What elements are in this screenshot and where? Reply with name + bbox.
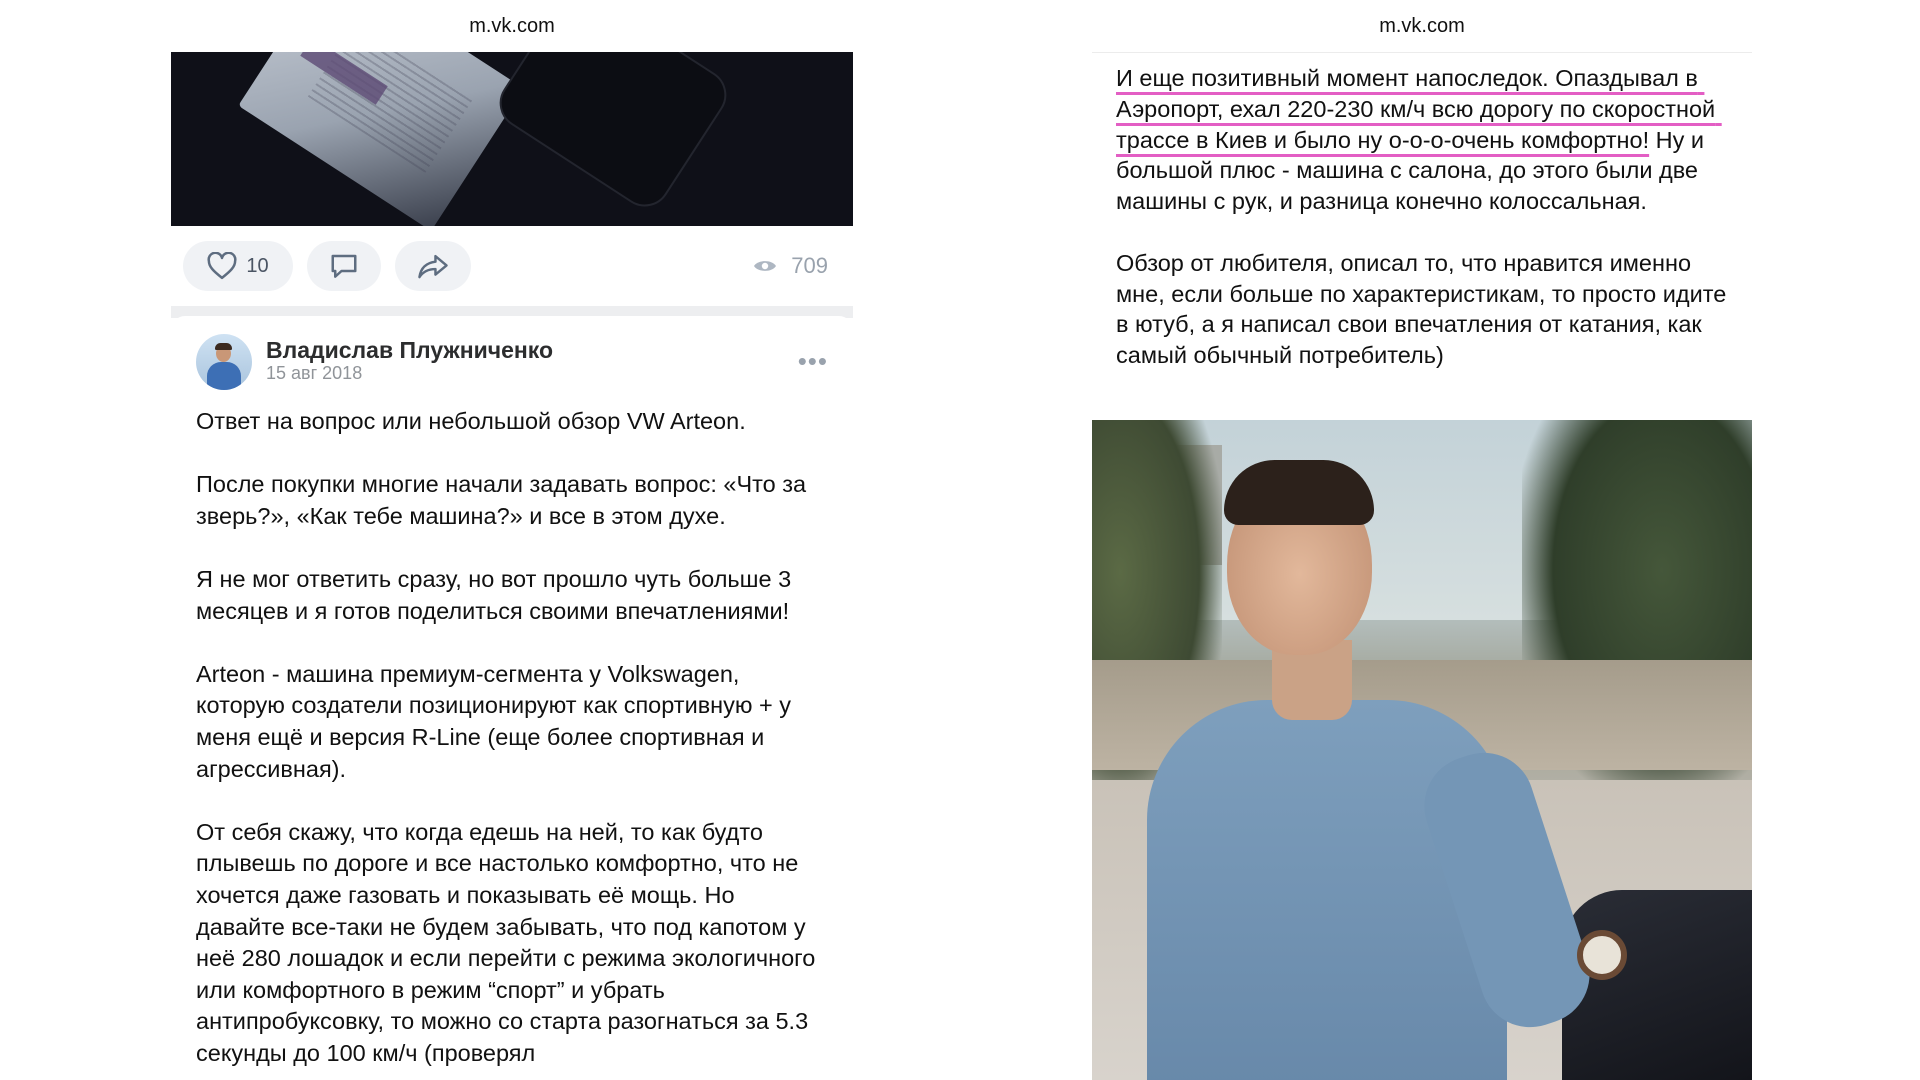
post-photo[interactable] [1092, 420, 1752, 1080]
post-paragraph: Ответ на вопрос или небольшой обзор VW A… [196, 408, 746, 434]
url-text: m.vk.com [469, 14, 555, 37]
post-paragraph: Я не мог ответить сразу, но вот прошло ч… [196, 565, 798, 624]
post-header: Владислав Плужниченко 15 авг 2018 ••• [196, 334, 828, 396]
post-paragraph: После покупки многие начали задавать воп… [196, 471, 813, 529]
share-icon [418, 254, 448, 279]
phone-shape [489, 52, 737, 217]
post-text-continued: И еще позитивный момент напоследок. Опаз… [1092, 53, 1752, 371]
author-name[interactable]: Владислав Плужниченко [266, 337, 553, 363]
url-bar[interactable]: m.vk.com [1092, 0, 1752, 53]
post-card: Владислав Плужниченко 15 авг 2018 ••• От… [171, 316, 853, 1070]
post-paragraph: Arteon - машина премиум-сегмента у Volks… [196, 660, 798, 782]
avatar[interactable] [196, 334, 252, 390]
like-button[interactable]: 10 [183, 241, 293, 291]
eye-icon [754, 261, 777, 271]
closing-paragraph: Обзор от любителя, описал то, что нравит… [1116, 249, 1733, 369]
post-text: Ответ на вопрос или небольшой обзор VW A… [196, 406, 828, 1069]
car-shape [1562, 890, 1752, 1080]
left-screenshot-panel: m.vk.com 10 709 Владислав Плужниченко 15… [171, 0, 853, 1080]
more-dots-icon[interactable]: ••• [798, 348, 828, 374]
heart-icon [207, 252, 237, 280]
right-screenshot-panel: m.vk.com И еще позитивный момент напосле… [1092, 0, 1752, 1080]
watch-shape [1577, 930, 1627, 980]
comment-icon [331, 254, 357, 278]
highlighted-text: И еще позитивный момент напоследок. Опаз… [1116, 65, 1722, 153]
views-count: 709 [791, 253, 828, 278]
post-date[interactable]: 15 авг 2018 [266, 363, 553, 383]
url-bar[interactable]: m.vk.com [171, 0, 853, 52]
share-button[interactable] [395, 241, 471, 291]
like-count: 10 [246, 254, 269, 277]
post-paragraph: От себя скажу, что когда едешь на ней, т… [196, 818, 822, 1066]
post-actions-bar: 10 709 [171, 226, 853, 306]
previous-post-image[interactable] [171, 52, 853, 226]
author-block: Владислав Плужниченко 15 авг 2018 [266, 334, 553, 383]
url-text: m.vk.com [1379, 14, 1465, 37]
views-counter: 709 [753, 253, 828, 279]
comment-button[interactable] [307, 241, 381, 291]
